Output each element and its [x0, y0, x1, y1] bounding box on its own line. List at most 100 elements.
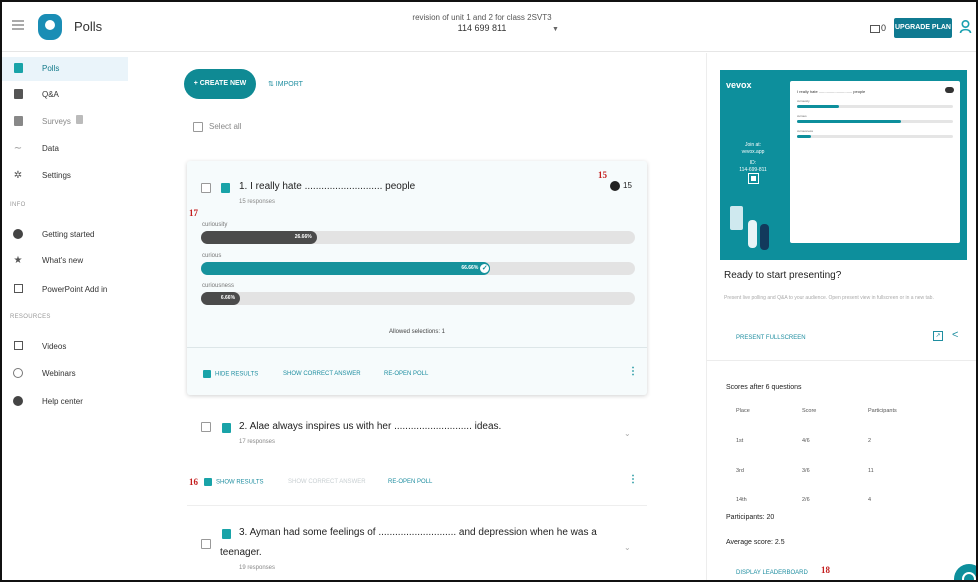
checkbox[interactable] — [193, 122, 203, 132]
result-bar: 6.66% — [201, 292, 635, 305]
poll-icon — [13, 63, 23, 74]
reopen-poll-button[interactable]: RE-OPEN POLL — [384, 371, 428, 377]
gear-icon: ✲ — [13, 170, 23, 181]
response-count-value: 15 — [623, 181, 632, 191]
lock-icon — [76, 115, 83, 124]
annotation-marker: 17 — [189, 208, 198, 218]
preview-bar-fill — [797, 105, 839, 108]
result-percent: 66.66% — [461, 265, 479, 271]
page-title: Polls — [74, 19, 103, 34]
session-id: 114 699 811 — [457, 23, 507, 33]
chevron-down-icon[interactable]: ⌄ — [624, 543, 631, 552]
table-cell: 2 — [868, 438, 872, 444]
present-fullscreen-button[interactable]: PRESENT FULLSCREEN — [736, 335, 806, 341]
column-header: Score — [802, 408, 817, 414]
sidebar-item-label: Polls — [42, 64, 60, 73]
preview-option-label: curiousity — [797, 99, 810, 103]
preview-bar-fill — [797, 135, 812, 138]
hide-results-button[interactable]: HIDE RESULTS — [203, 370, 258, 378]
app-window: Polls revision of unit 1 and 2 for class… — [0, 0, 978, 582]
poll-card-expanded: 1. I really hate .......................… — [187, 161, 647, 395]
table-cell: 11 — [868, 468, 874, 474]
more-options-icon[interactable]: ⋮ — [628, 366, 638, 377]
panel-divider — [706, 53, 707, 580]
sidebar-item-label: Webinars — [42, 369, 76, 378]
sidebar-item-label: Data — [42, 144, 59, 153]
toggle-icon — [945, 87, 954, 93]
poll-icon — [222, 529, 231, 539]
show-results-button[interactable]: SHOW RESULTS — [204, 478, 264, 486]
table-cell: 2/6 — [802, 497, 810, 503]
star-icon: ★ — [13, 255, 23, 266]
devices-count: 0 — [881, 23, 887, 33]
poll-title-continued: teenager. — [220, 547, 262, 558]
sidebar-item-help-center[interactable]: Help center — [2, 390, 128, 414]
sidebar-item-surveys[interactable]: Surveys — [2, 110, 128, 134]
info-section-label: INFO — [10, 202, 26, 208]
poll-checkbox[interactable] — [201, 539, 211, 549]
more-options-icon[interactable]: ⋮ — [628, 474, 638, 485]
sidebar-item-label: Surveys — [42, 117, 71, 126]
sidebar-item-getting-started[interactable]: Getting started — [2, 223, 128, 247]
sidebar-item-whats-new[interactable]: ★ What's new — [2, 249, 128, 273]
poll-icon — [203, 370, 211, 378]
poll-checkbox[interactable] — [201, 183, 211, 193]
select-all-checkbox[interactable]: Select all — [193, 122, 241, 132]
poll-title[interactable]: 2. Alae always inspires us with her ....… — [239, 421, 501, 432]
chevron-down-icon[interactable]: ▼ — [552, 26, 559, 33]
upgrade-plan-button[interactable]: UPGRADE PLAN — [894, 18, 952, 38]
table-cell: 14th — [736, 497, 747, 503]
preview-slide: I really hate ..........................… — [790, 81, 960, 243]
user-icon[interactable] — [959, 19, 972, 34]
poll-icon — [222, 423, 231, 433]
preview-bar — [797, 105, 953, 108]
scores-title: Scores after 6 questions — [726, 384, 802, 391]
average-score: Average score: 2.5 — [726, 539, 785, 546]
poll-title[interactable]: 3. Ayman had some feelings of ..........… — [239, 527, 597, 538]
info-icon — [13, 229, 23, 240]
share-icon[interactable]: < — [952, 329, 958, 341]
join-url: vevox.app — [741, 149, 765, 155]
divider — [706, 360, 976, 361]
sidebar-item-videos[interactable]: Videos — [2, 335, 128, 359]
result-bar-fill: 6.66% — [201, 292, 241, 305]
vevox-logo: vevox — [726, 80, 752, 90]
sidebar-item-qa[interactable]: Q&A — [2, 83, 128, 107]
show-correct-answer-button[interactable]: SHOW CORRECT ANSWER — [288, 479, 366, 485]
correct-check-icon: ✓ — [479, 263, 491, 274]
help-chat-button[interactable] — [954, 564, 976, 580]
chevron-down-icon[interactable]: ⌄ — [624, 429, 631, 438]
session-selector[interactable]: revision of unit 1 and 2 for class 2SVT3… — [402, 12, 562, 34]
import-button[interactable]: ⇅ IMPORT — [268, 80, 303, 88]
preview-bar — [797, 120, 953, 123]
sidebar-item-webinars[interactable]: Webinars — [2, 362, 128, 386]
reopen-poll-button[interactable]: RE-OPEN POLL — [388, 479, 432, 485]
sidebar-item-label: What's new — [42, 256, 84, 265]
table-cell: 4 — [868, 497, 872, 503]
powerpoint-icon — [13, 284, 23, 295]
table-cell: 1st — [736, 438, 744, 444]
poll-title: 1. I really hate .......................… — [239, 181, 416, 192]
poll-checkbox[interactable] — [201, 422, 211, 432]
poll-responses: 19 responses — [239, 565, 276, 571]
poll-icon — [221, 183, 230, 193]
display-leaderboard-button[interactable]: DISPLAY LEADERBOARD — [736, 570, 808, 576]
devices-counter[interactable]: 0 — [870, 23, 886, 33]
sidebar-item-label: Help center — [42, 397, 83, 406]
option-label: curious — [202, 253, 222, 259]
table-cell: 3/6 — [802, 468, 810, 474]
sidebar-item-polls[interactable]: Polls — [2, 57, 128, 81]
open-new-tab-icon[interactable]: ↗ — [933, 331, 943, 341]
menu-icon[interactable] — [12, 20, 24, 30]
qr-code-icon — [748, 173, 759, 184]
create-new-button[interactable]: + CREATE NEW — [184, 69, 256, 99]
presentation-preview[interactable]: vevox Join at: vevox.app ID: 114-699-811… — [720, 70, 967, 260]
ready-title: Ready to start presenting? — [724, 270, 842, 281]
app-logo-icon — [38, 14, 62, 40]
sidebar-item-settings[interactable]: ✲ Settings — [2, 164, 128, 188]
show-correct-answer-button[interactable]: SHOW CORRECT ANSWER — [283, 371, 361, 377]
device-icon — [870, 24, 880, 33]
sidebar-item-data[interactable]: ∼ Data — [2, 137, 128, 161]
sidebar-item-powerpoint[interactable]: PowerPoint Add in — [2, 278, 128, 302]
select-all-label: Select all — [209, 122, 242, 132]
